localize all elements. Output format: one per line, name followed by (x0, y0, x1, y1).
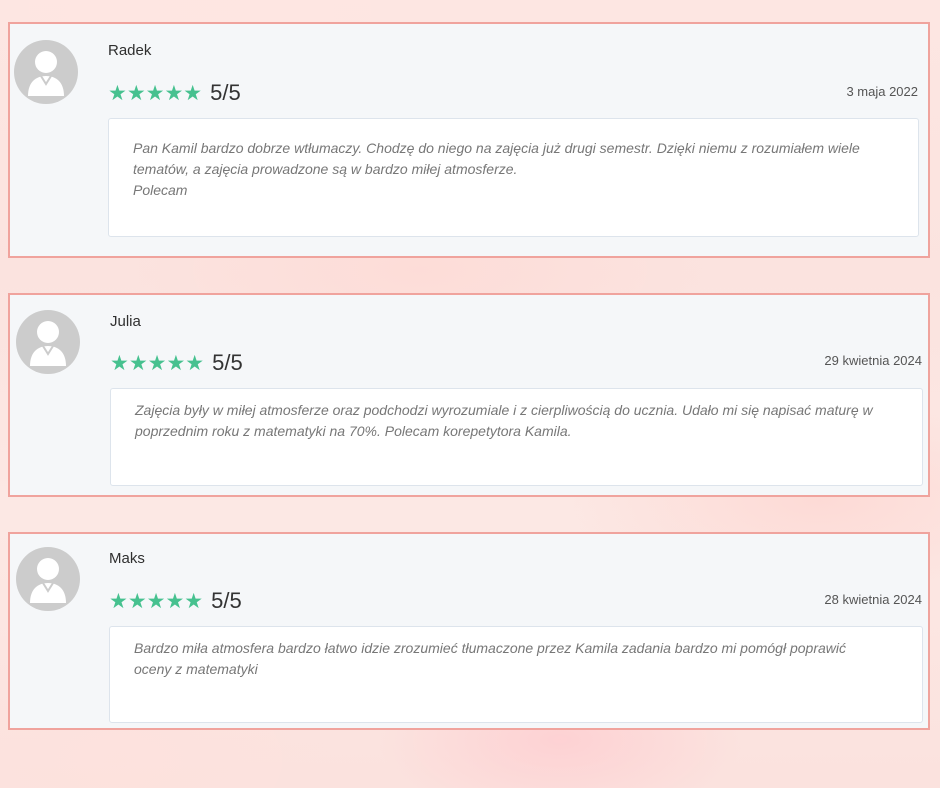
rating-score: 5/5 (212, 350, 243, 375)
review-card: Julia ★★★★★ 5/5 29 kwietnia 2024 Zajęcia… (8, 293, 930, 497)
star-rating-icon: ★★★★★ (108, 80, 203, 105)
rating-score: 5/5 (210, 80, 241, 105)
rating-score: 5/5 (211, 588, 242, 613)
review-card: Maks ★★★★★ 5/5 28 kwietnia 2024 Bardzo m… (8, 532, 930, 730)
rating: ★★★★★ 5/5 (109, 588, 242, 614)
review-date: 28 kwietnia 2024 (824, 592, 922, 607)
review-date: 3 maja 2022 (846, 84, 918, 99)
review-card: Radek ★★★★★ 5/5 3 maja 2022 Pan Kamil ba… (8, 22, 930, 258)
review-text: Bardzo miła atmosfera bardzo łatwo idzie… (109, 626, 923, 723)
user-avatar-icon (14, 40, 78, 104)
star-rating-icon: ★★★★★ (110, 350, 205, 375)
rating: ★★★★★ 5/5 (108, 80, 241, 106)
review-date: 29 kwietnia 2024 (824, 353, 922, 368)
reviewer-name: Maks (109, 550, 145, 567)
star-rating-icon: ★★★★★ (109, 588, 204, 613)
user-avatar-icon (16, 310, 80, 374)
review-text: Pan Kamil bardzo dobrze wtłumaczy. Chodz… (108, 118, 919, 237)
reviewer-name: Radek (108, 42, 152, 59)
review-text: Zajęcia były w miłej atmosferze oraz pod… (110, 388, 923, 486)
user-avatar-icon (16, 547, 80, 611)
reviewer-name: Julia (110, 313, 141, 330)
rating: ★★★★★ 5/5 (110, 350, 243, 376)
